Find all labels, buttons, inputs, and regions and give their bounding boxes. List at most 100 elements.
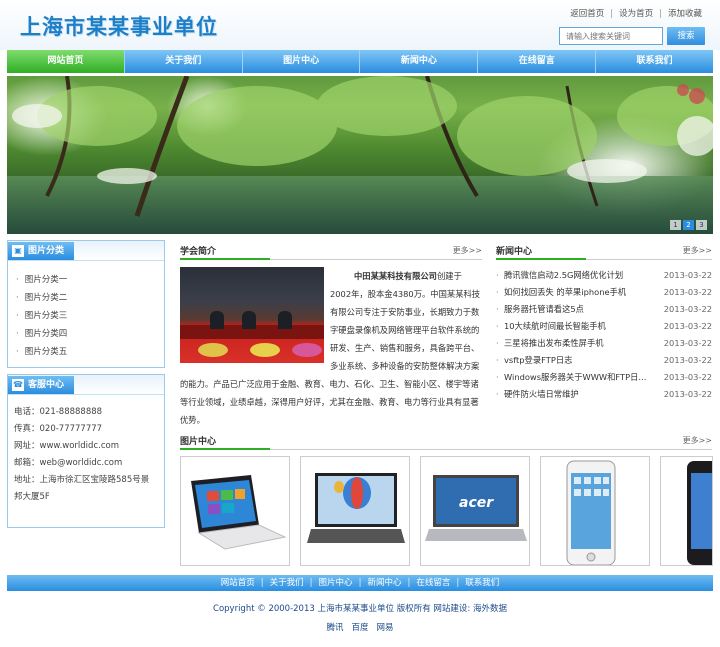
product-laptop-1[interactable] <box>180 456 290 566</box>
news-item-date: 2013-03-22 <box>663 321 712 331</box>
nav-item-home[interactable]: 网站首页 <box>7 50 125 73</box>
service-icon: ☎ <box>12 378 24 391</box>
about-company-name: 中田某某科技有限公司 <box>354 271 437 281</box>
product-laptop-acer[interactable]: acer <box>420 456 530 566</box>
news-item[interactable]: Windows服务器关于WWW和FTP日... 2013-03-22 <box>496 369 712 386</box>
about-section-header: 学会简介 更多>> <box>180 244 482 260</box>
news-item-title[interactable]: 服务器托管请看这5点 <box>504 301 652 318</box>
news-item[interactable]: 10大续航时间最长智能手机 2013-03-22 <box>496 318 712 335</box>
website-line: 网址：www.worldidc.com <box>14 441 119 451</box>
fax-line: 传真：020-77777777 <box>14 424 103 434</box>
phone-line: 电话：021-88888888 <box>14 407 103 417</box>
footer-link-pictures[interactable]: 图片中心 <box>319 578 353 588</box>
nav-item-about[interactable]: 关于我们 <box>125 50 243 73</box>
footer-link-about[interactable]: 关于我们 <box>270 578 304 588</box>
banner-page-3[interactable]: 3 <box>696 220 707 230</box>
nav-item-message[interactable]: 在线留言 <box>478 50 597 73</box>
product-phone-black[interactable] <box>660 456 713 566</box>
category-item[interactable]: 图片分类三 <box>16 307 164 325</box>
category-item[interactable]: 图片分类二 <box>16 289 164 307</box>
news-item[interactable]: 硬件防火墙日常维护 2013-03-22 <box>496 386 712 403</box>
news-item[interactable]: 服务器托管请看这5点 2013-03-22 <box>496 301 712 318</box>
news-item-title[interactable]: Windows服务器关于WWW和FTP日... <box>504 369 652 386</box>
laptop-image <box>191 475 287 550</box>
about-title: 学会简介 <box>180 247 217 257</box>
footer-link-home[interactable]: 网站首页 <box>221 578 255 588</box>
search-input[interactable] <box>559 27 663 45</box>
friend-link[interactable]: 腾讯 <box>326 623 343 633</box>
add-favorite-link[interactable]: 添加收藏 <box>668 7 702 19</box>
picture-category-box: ▣ 图片分类 图片分类一 图片分类二 图片分类三 图片分类四 图片分类五 <box>7 240 165 368</box>
news-item-title[interactable]: 如何找回丢失 的苹果iphone手机 <box>504 284 652 301</box>
top-links: 返回首页 | 设为首页 | 添加收藏 <box>570 7 702 19</box>
banner-image <box>7 76 713 234</box>
news-item[interactable]: vsftp登录FTP日志 2013-03-22 <box>496 352 712 369</box>
nav-item-pictures[interactable]: 图片中心 <box>243 50 361 73</box>
picture-category-title: 图片分类 <box>28 246 65 256</box>
friend-link[interactable]: 百度 <box>351 623 368 633</box>
main-nav: 网站首页 关于我们 图片中心 新闻中心 在线留言 联系我们 <box>7 50 713 73</box>
news-item[interactable]: 三星将推出发布柔性屏手机 2013-03-22 <box>496 335 712 352</box>
news-item-date: 2013-03-22 <box>663 287 712 297</box>
laptop-image <box>307 473 405 543</box>
footer-link-contact[interactable]: 联系我们 <box>465 578 499 588</box>
news-item-title[interactable]: vsftp登录FTP日志 <box>504 352 652 369</box>
service-center-header: ☎ 客服中心 <box>8 375 164 395</box>
laptop-image: acer <box>425 475 527 541</box>
friend-links: 腾讯 百度 网易 <box>0 621 720 633</box>
about-content: 中田某某科技有限公司创建于2002年，股本金4380万。中国某某科技有限公司专注… <box>180 267 482 429</box>
news-item-title[interactable]: 腾讯微信启动2.5G网络优化计划 <box>504 267 652 284</box>
service-info: 电话：021-88888888 传真：020-77777777 网址：www.w… <box>8 395 164 506</box>
address-line: 地址：上海市徐汇区宝陵路585号景 <box>14 475 150 485</box>
news-list: 腾讯微信启动2.5G网络优化计划 2013-03-22 如何找回丢失 的苹果iph… <box>496 267 712 403</box>
news-more-link[interactable]: 更多>> <box>683 245 712 256</box>
news-item-title[interactable]: 三星将推出发布柔性屏手机 <box>504 335 652 352</box>
search-button[interactable]: 搜索 <box>667 27 705 45</box>
email-line: 邮箱：web@worldidc.com <box>14 458 123 468</box>
about-photo <box>180 267 324 363</box>
back-home-link[interactable]: 返回首页 <box>570 7 604 19</box>
news-section-header: 新闻中心 更多>> <box>496 244 712 260</box>
service-center-box: ☎ 客服中心 电话：021-88888888 传真：020-77777777 网址… <box>7 374 165 528</box>
news-item-title[interactable]: 10大续航时间最长智能手机 <box>504 318 652 335</box>
banner-page-1[interactable]: 1 <box>670 220 681 230</box>
banner-page-2[interactable]: 2 <box>683 220 694 230</box>
category-icon: ▣ <box>12 244 24 257</box>
friend-link[interactable]: 网易 <box>377 623 394 633</box>
header: 上海市某某事业单位 返回首页|设为首页|添加收藏 搜索 <box>0 0 720 50</box>
about-more-link[interactable]: 更多>> <box>453 245 482 256</box>
category-item[interactable]: 图片分类五 <box>16 343 164 361</box>
news-item-date: 2013-03-22 <box>663 304 712 314</box>
svg-text:acer: acer <box>459 495 494 511</box>
phone-image <box>566 460 616 565</box>
product-phone-white[interactable] <box>540 456 650 566</box>
news-item-title[interactable]: 硬件防火墙日常维护 <box>504 386 652 403</box>
search-box: 搜索 <box>559 27 705 45</box>
footer-link-news[interactable]: 新闻中心 <box>367 578 401 588</box>
banner-slideshow[interactable]: 1 2 3 <box>7 76 713 234</box>
service-center-title: 客服中心 <box>28 380 65 390</box>
phone-image <box>687 461 712 565</box>
set-homepage-link[interactable]: 设为首页 <box>619 7 653 19</box>
category-item[interactable]: 图片分类一 <box>16 271 164 289</box>
nav-item-news[interactable]: 新闻中心 <box>360 50 479 73</box>
news-item[interactable]: 腾讯微信启动2.5G网络优化计划 2013-03-22 <box>496 267 712 284</box>
news-item-date: 2013-03-22 <box>663 270 712 280</box>
products-more-link[interactable]: 更多>> <box>683 435 712 446</box>
picture-category-header: ▣ 图片分类 <box>8 241 164 261</box>
address-line-2: 邦大厦5F <box>14 492 50 502</box>
footer-nav: 网站首页 | 关于我们 | 图片中心 | 新闻中心 | 在线留言 | 联系我们 <box>7 575 713 591</box>
products-section-header: 图片中心 更多>> <box>180 434 712 450</box>
site-logo[interactable]: 上海市某某事业单位 <box>20 11 218 41</box>
nav-item-contact[interactable]: 联系我们 <box>596 50 713 73</box>
products-title: 图片中心 <box>180 437 217 447</box>
news-item-date: 2013-03-22 <box>663 338 712 348</box>
footer-link-message[interactable]: 在线留言 <box>416 578 450 588</box>
news-item-date: 2013-03-22 <box>663 389 712 399</box>
product-laptop-2[interactable] <box>300 456 410 566</box>
banner-pager: 1 2 3 <box>670 220 707 230</box>
news-item[interactable]: 如何找回丢失 的苹果iphone手机 2013-03-22 <box>496 284 712 301</box>
category-item[interactable]: 图片分类四 <box>16 325 164 343</box>
news-item-date: 2013-03-22 <box>663 355 712 365</box>
category-list: 图片分类一 图片分类二 图片分类三 图片分类四 图片分类五 <box>8 261 164 361</box>
